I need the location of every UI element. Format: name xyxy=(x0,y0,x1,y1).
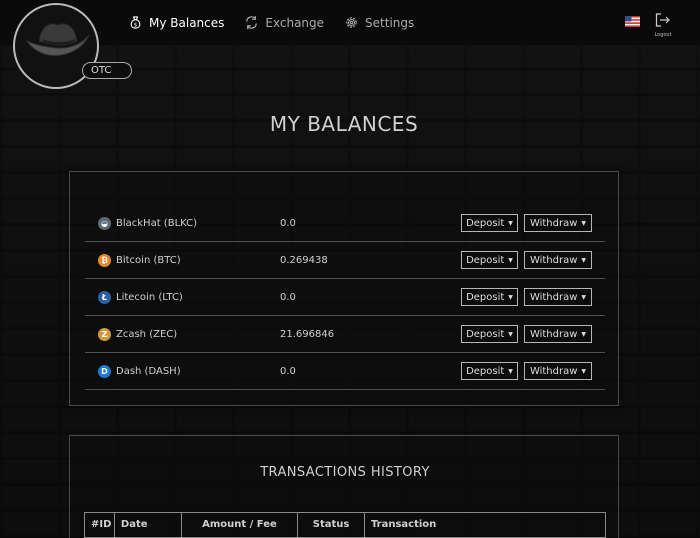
deposit-button[interactable]: Deposit ▼ xyxy=(461,251,518,269)
gear-icon xyxy=(346,17,357,28)
transactions-panel: TRANSACTIONS HISTORY #ID Date Amount / F… xyxy=(69,435,619,538)
deposit-label: Deposit xyxy=(466,291,505,303)
nav-my-balances[interactable]: $ My Balances xyxy=(128,15,224,30)
withdraw-button[interactable]: Withdraw ▼ xyxy=(524,251,592,269)
otc-badge: OTC xyxy=(82,62,132,79)
deposit-label: Deposit xyxy=(466,365,505,377)
deposit-label: Deposit xyxy=(466,254,505,266)
coin-balance: 0.269438 xyxy=(280,254,328,266)
balance-row-ltc: Ł Litecoin (LTC) 0.0 Deposit ▼ Withdraw ▼ xyxy=(85,279,605,316)
bitcoin-icon: ₿ xyxy=(98,253,111,267)
coin-name: Dash (DASH) xyxy=(116,365,181,377)
balance-row-btc: ₿ Bitcoin (BTC) 0.269438 Deposit ▼ Withdr… xyxy=(85,242,605,279)
exchange-icon xyxy=(246,15,258,30)
coin-balance: 0.0 xyxy=(280,365,296,377)
coin-name: Zcash (ZEC) xyxy=(116,328,178,340)
us-flag-icon[interactable] xyxy=(625,16,640,27)
deposit-label: Deposit xyxy=(466,328,505,340)
transactions-title: TRANSACTIONS HISTORY xyxy=(260,465,430,480)
withdraw-button[interactable]: Withdraw ▼ xyxy=(524,214,592,232)
coin-balance: 0.0 xyxy=(280,217,296,229)
withdraw-button[interactable]: Withdraw ▼ xyxy=(524,288,592,306)
nav-exchange-label: Exchange xyxy=(265,15,325,30)
deposit-button[interactable]: Deposit ▼ xyxy=(461,325,518,343)
caret-down-icon: ▼ xyxy=(581,293,587,301)
money-bag-icon: $ xyxy=(130,16,141,29)
caret-down-icon: ▼ xyxy=(508,256,513,264)
transactions-table-header: #ID Date Amount / Fee Status Transaction xyxy=(84,512,606,538)
nav-my-balances-label: My Balances xyxy=(149,15,225,30)
coin-name: BlackHat (BLKC) xyxy=(116,217,198,229)
deposit-button[interactable]: Deposit ▼ xyxy=(461,288,518,306)
withdraw-label: Withdraw xyxy=(529,291,578,303)
nav-settings[interactable]: Settings xyxy=(344,15,414,30)
withdraw-label: Withdraw xyxy=(529,217,578,229)
coin-name: Bitcoin (BTC) xyxy=(116,254,181,266)
page-title: MY BALANCES xyxy=(269,112,419,136)
top-navbar: $ My Balances Exchange Settings Logout xyxy=(0,0,700,45)
withdraw-label: Withdraw xyxy=(529,328,578,340)
logout-button[interactable]: Logout xyxy=(652,12,674,38)
caret-down-icon: ▼ xyxy=(508,330,513,338)
deposit-label: Deposit xyxy=(466,217,505,229)
cowboy-hat-icon xyxy=(25,23,90,56)
withdraw-label: Withdraw xyxy=(529,365,578,377)
logout-label: Logout xyxy=(654,32,672,38)
zcash-icon: Z xyxy=(98,327,111,341)
blackhat-coin-icon: ◒ xyxy=(98,216,111,230)
column-header-id[interactable]: #ID xyxy=(85,513,115,537)
column-header-amount-fee[interactable]: Amount / Fee xyxy=(182,513,299,537)
caret-down-icon: ▼ xyxy=(581,219,587,227)
caret-down-icon: ▼ xyxy=(581,256,587,264)
nav-exchange[interactable]: Exchange xyxy=(244,15,324,30)
column-header-date[interactable]: Date xyxy=(115,513,182,537)
withdraw-button[interactable]: Withdraw ▼ xyxy=(524,362,592,380)
caret-down-icon: ▼ xyxy=(508,219,513,227)
coin-balance: 21.696846 xyxy=(280,328,335,340)
coin-name: Litecoin (LTC) xyxy=(116,291,183,303)
nav-settings-label: Settings xyxy=(365,15,415,30)
svg-text:$: $ xyxy=(134,22,138,28)
litecoin-icon: Ł xyxy=(98,290,111,304)
coin-balance: 0.0 xyxy=(280,291,296,303)
main-nav: $ My Balances Exchange Settings xyxy=(128,0,434,45)
column-header-status[interactable]: Status xyxy=(298,513,365,537)
column-header-transaction[interactable]: Transaction xyxy=(365,513,605,537)
withdraw-button[interactable]: Withdraw ▼ xyxy=(524,325,592,343)
logout-icon xyxy=(655,13,670,27)
caret-down-icon: ▼ xyxy=(581,367,587,375)
balance-row-zec: Z Zcash (ZEC) 21.696846 Deposit ▼ Withdra… xyxy=(85,316,605,353)
caret-down-icon: ▼ xyxy=(508,367,513,375)
balances-panel: ◒ BlackHat (BLKC) 0.0 Deposit ▼ Withdraw ▼… xyxy=(69,171,619,406)
deposit-button[interactable]: Deposit ▼ xyxy=(461,362,518,380)
caret-down-icon: ▼ xyxy=(581,330,587,338)
withdraw-label: Withdraw xyxy=(529,254,578,266)
deposit-button[interactable]: Deposit ▼ xyxy=(461,214,518,232)
balance-row-dash: D Dash (DASH) 0.0 Deposit ▼ Withdraw ▼ xyxy=(85,353,605,390)
caret-down-icon: ▼ xyxy=(508,293,513,301)
balance-row-blkc: ◒ BlackHat (BLKC) 0.0 Deposit ▼ Withdraw ▼ xyxy=(85,205,605,242)
dash-icon: D xyxy=(98,364,111,378)
